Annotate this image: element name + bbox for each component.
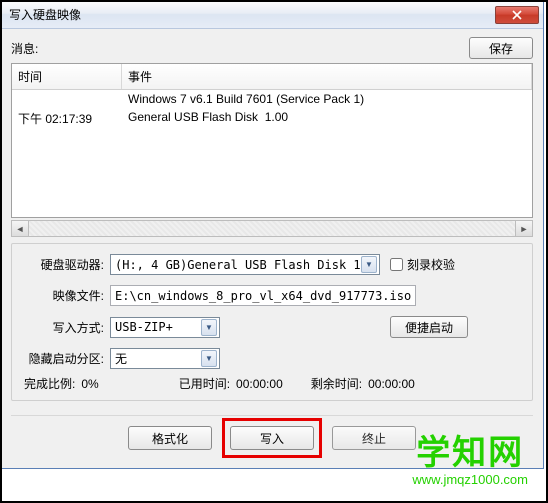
image-path-input[interactable]: [110, 285, 416, 306]
remain-label: 剩余时间:: [311, 375, 362, 392]
hidden-value: 无: [115, 350, 201, 367]
save-button[interactable]: 保存: [469, 37, 533, 59]
quick-boot-button[interactable]: 便捷启动: [390, 316, 468, 338]
window-title: 写入硬盘映像: [5, 6, 495, 23]
cell-event: General USB Flash Disk 1.00: [122, 108, 532, 129]
scroll-left-icon[interactable]: ◄: [12, 221, 29, 236]
titlebar: 写入硬盘映像: [1, 1, 543, 29]
write-button[interactable]: 写入: [230, 426, 314, 450]
progress-label: 完成比例:: [24, 375, 75, 392]
scroll-right-icon[interactable]: ►: [515, 221, 532, 236]
drive-label: 硬盘驱动器:: [22, 256, 110, 273]
hidden-label: 隐藏启动分区:: [22, 350, 110, 367]
log-body: Windows 7 v6.1 Build 7601 (Service Pack …: [12, 90, 532, 129]
method-value: USB-ZIP+: [115, 320, 201, 334]
verify-checkbox-wrap[interactable]: 刻录校验: [390, 256, 455, 273]
hidden-select[interactable]: 无 ▼: [110, 348, 220, 369]
horizontal-scrollbar[interactable]: ◄ ►: [11, 220, 533, 237]
image-label: 映像文件:: [22, 287, 110, 304]
remain-value: 00:00:00: [368, 377, 415, 391]
cell-time: [12, 90, 122, 108]
method-label: 写入方式:: [22, 319, 110, 336]
write-highlight: 写入: [230, 426, 314, 450]
log-header: 时间 事件: [12, 64, 532, 90]
method-select[interactable]: USB-ZIP+ ▼: [110, 317, 220, 338]
close-icon: [512, 10, 522, 20]
cell-time: 下午 02:17:39: [12, 108, 122, 129]
status-row: 完成比例: 0% 已用时间: 00:00:00 剩余时间: 00:00:00: [22, 375, 522, 392]
progress-value: 0%: [81, 377, 98, 391]
dialog-window: 写入硬盘映像 消息: 保存 时间 事件 Windows 7 v6.1 Build…: [0, 0, 544, 469]
col-time-header[interactable]: 时间: [12, 64, 122, 89]
chevron-down-icon[interactable]: ▼: [201, 350, 217, 367]
abort-button[interactable]: 终止: [332, 426, 416, 450]
verify-checkbox[interactable]: [390, 258, 403, 271]
message-label: 消息:: [11, 40, 469, 57]
log-table: 时间 事件 Windows 7 v6.1 Build 7601 (Service…: [11, 63, 533, 218]
table-row: Windows 7 v6.1 Build 7601 (Service Pack …: [12, 90, 532, 108]
close-button[interactable]: [495, 6, 539, 24]
cell-event: Windows 7 v6.1 Build 7601 (Service Pack …: [122, 90, 532, 108]
dialog-content: 消息: 保存 时间 事件 Windows 7 v6.1 Build 7601 (…: [1, 29, 543, 468]
elapsed-value: 00:00:00: [236, 377, 283, 391]
divider: [11, 415, 533, 416]
scroll-track[interactable]: [29, 221, 515, 236]
action-row: 格式化 写入 终止: [11, 426, 533, 456]
drive-select[interactable]: (H:, 4 GB)General USB Flash Disk 1.00 ▼: [110, 254, 380, 275]
chevron-down-icon[interactable]: ▼: [361, 256, 377, 273]
table-row: 下午 02:17:39 General USB Flash Disk 1.00: [12, 108, 532, 129]
verify-label: 刻录校验: [407, 256, 455, 273]
col-event-header[interactable]: 事件: [122, 64, 532, 89]
format-button[interactable]: 格式化: [128, 426, 212, 450]
chevron-down-icon[interactable]: ▼: [201, 319, 217, 336]
elapsed-label: 已用时间:: [179, 375, 230, 392]
drive-value: (H:, 4 GB)General USB Flash Disk 1.00: [115, 258, 361, 272]
settings-group: 硬盘驱动器: (H:, 4 GB)General USB Flash Disk …: [11, 243, 533, 401]
watermark-url: www.jmqz1000.com: [412, 472, 528, 487]
